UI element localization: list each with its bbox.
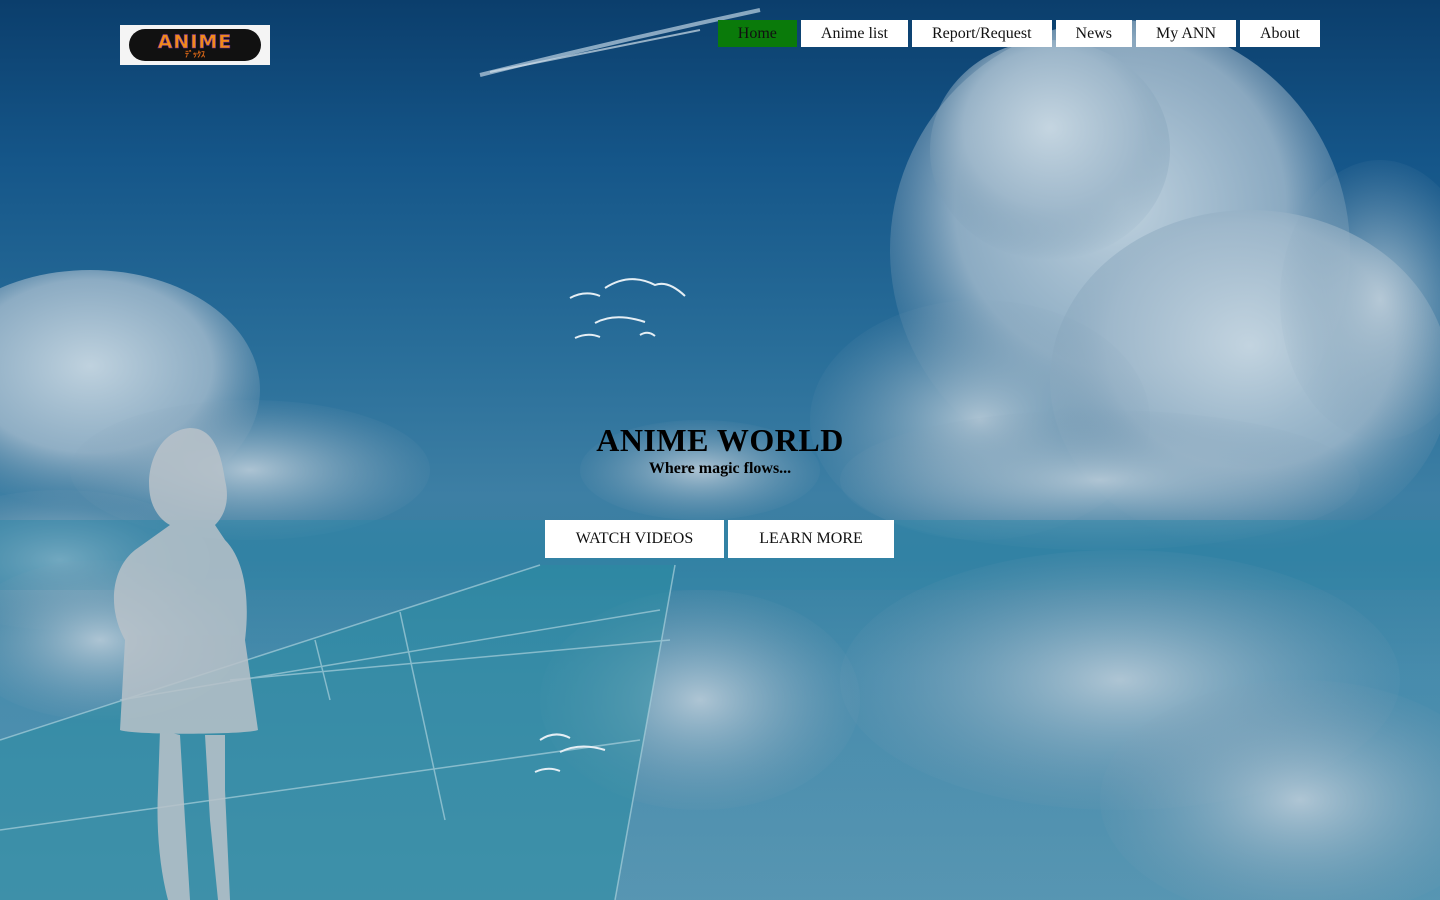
logo-badge: ANIME ﾃﾞｯｸｽ xyxy=(129,29,261,61)
hero-section: ANIME ﾃﾞｯｸｽ Home Anime list Report/Reque… xyxy=(0,0,1440,900)
main-nav: Home Anime list Report/Request News My A… xyxy=(717,20,1320,47)
learn-more-button[interactable]: LEARN MORE xyxy=(728,520,894,558)
nav-item-news[interactable]: News xyxy=(1055,20,1132,47)
watch-videos-button[interactable]: WATCH VIDEOS xyxy=(545,520,724,558)
nav-item-report-request[interactable]: Report/Request xyxy=(912,20,1052,47)
cta-group: WATCH VIDEOS LEARN MORE xyxy=(545,520,894,558)
nav-item-home[interactable]: Home xyxy=(717,20,797,47)
nav-item-about[interactable]: About xyxy=(1240,20,1320,47)
hero-subtitle: Where magic flows... xyxy=(648,460,792,477)
logo-subtext: ﾃﾞｯｸｽ xyxy=(185,50,205,59)
hero-title-block: ANIME WORLD Where magic flows... xyxy=(0,421,1440,479)
logo[interactable]: ANIME ﾃﾞｯｸｽ xyxy=(120,25,270,65)
hero-title: ANIME WORLD xyxy=(596,422,844,458)
nav-item-my-ann[interactable]: My ANN xyxy=(1135,20,1236,47)
nav-item-anime-list[interactable]: Anime list xyxy=(800,20,908,47)
